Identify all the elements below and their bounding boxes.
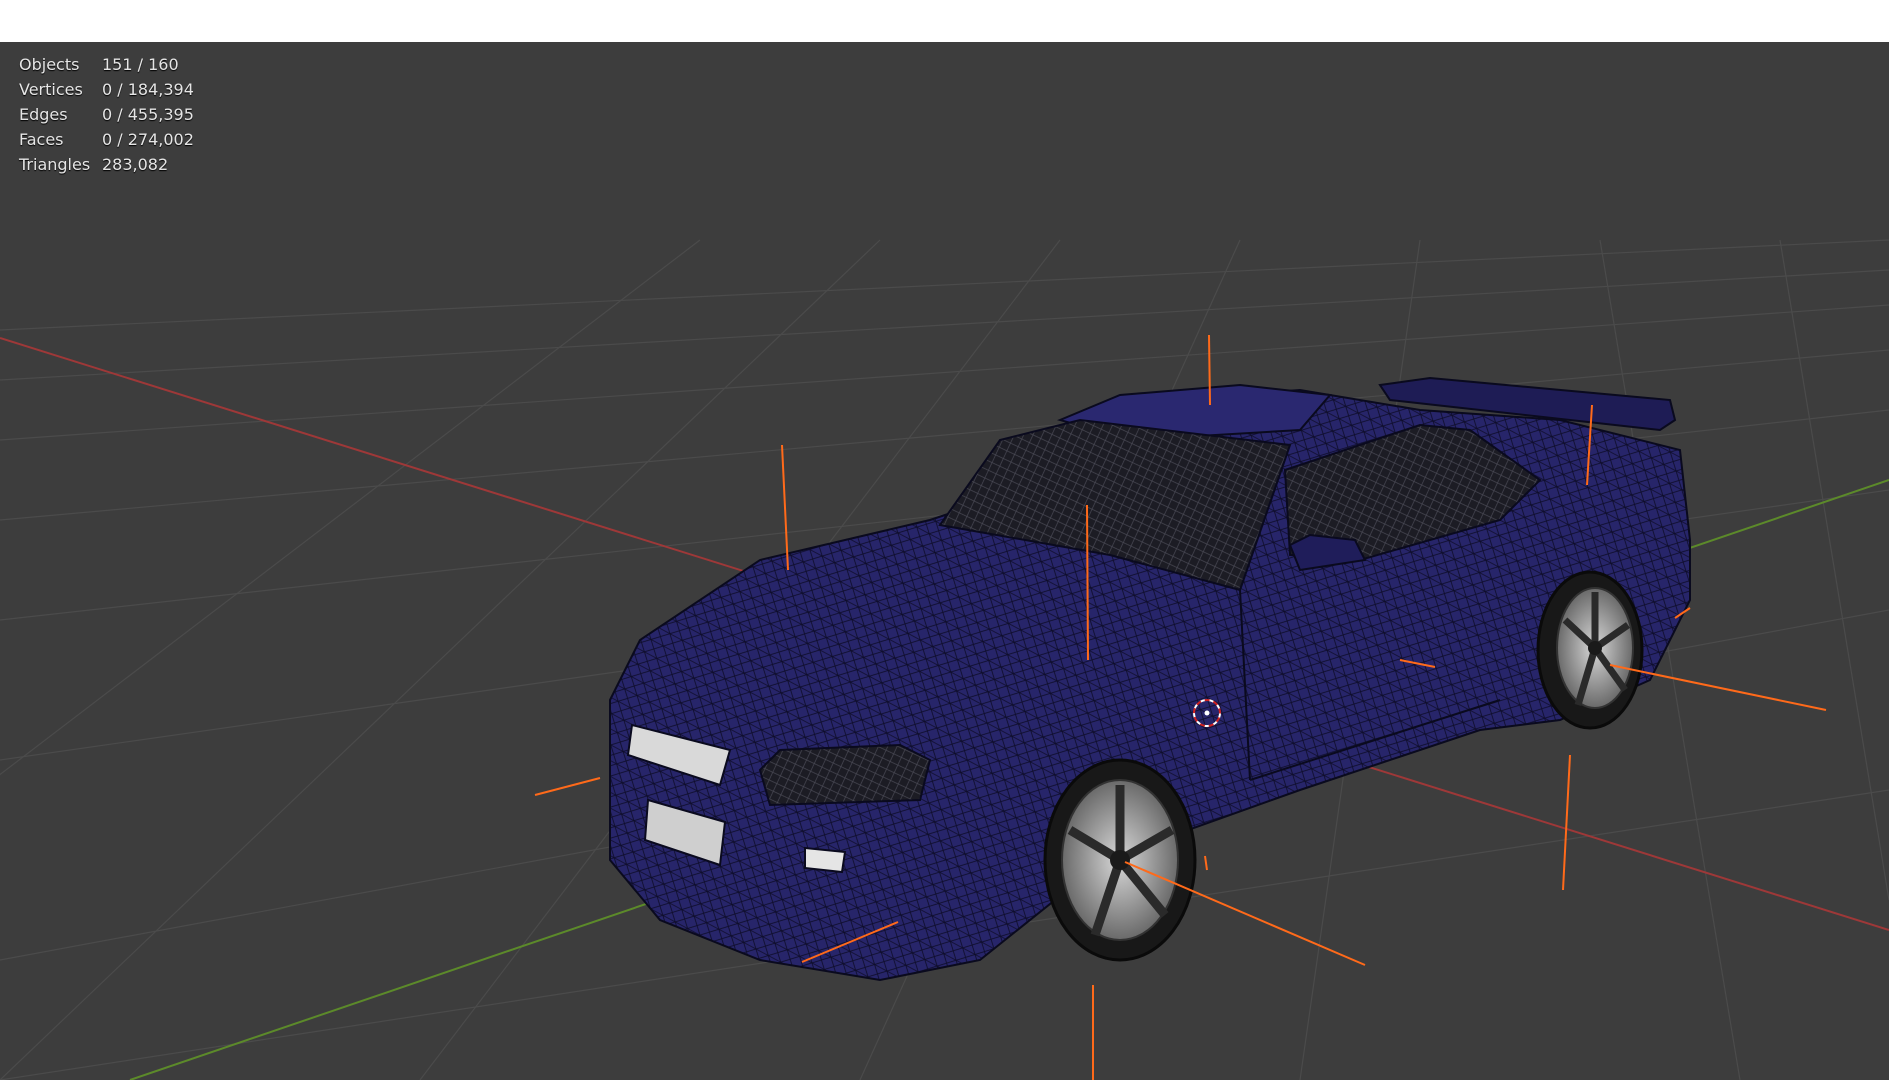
stat-row-edges: Edges 0 / 455,395 xyxy=(19,102,194,127)
front-wheel[interactable] xyxy=(1043,758,1197,962)
stat-value: 0 / 455,395 xyxy=(102,105,194,124)
stat-value: 283,082 xyxy=(102,155,169,174)
stat-value: 151 / 160 xyxy=(102,55,179,74)
stat-label: Objects xyxy=(19,55,80,74)
stat-value: 0 / 184,394 xyxy=(102,80,194,99)
stat-label: Triangles xyxy=(19,155,91,174)
stat-label: Vertices xyxy=(19,80,83,99)
stat-row-vertices: Vertices 0 / 184,394 xyxy=(19,77,194,102)
viewport-scene[interactable] xyxy=(0,42,1889,1080)
stat-value: 0 / 274,002 xyxy=(102,130,194,149)
stat-label: Faces xyxy=(19,130,64,149)
stat-row-objects: Objects 151 / 160 xyxy=(19,52,194,77)
3d-viewport[interactable]: Objects 151 / 160 Vertices 0 / 184,394 E… xyxy=(0,42,1889,1080)
fog-light xyxy=(804,846,847,874)
rear-wheel[interactable] xyxy=(1536,570,1644,730)
scene-statistics-overlay: Objects 151 / 160 Vertices 0 / 184,394 E… xyxy=(19,52,194,177)
car-model[interactable] xyxy=(609,376,1691,982)
stat-label: Edges xyxy=(19,105,68,124)
top-header-bar xyxy=(0,0,1889,42)
stat-row-triangles: Triangles 283,082 xyxy=(19,152,194,177)
headlight[interactable] xyxy=(758,743,932,807)
stat-row-faces: Faces 0 / 274,002 xyxy=(19,127,194,152)
